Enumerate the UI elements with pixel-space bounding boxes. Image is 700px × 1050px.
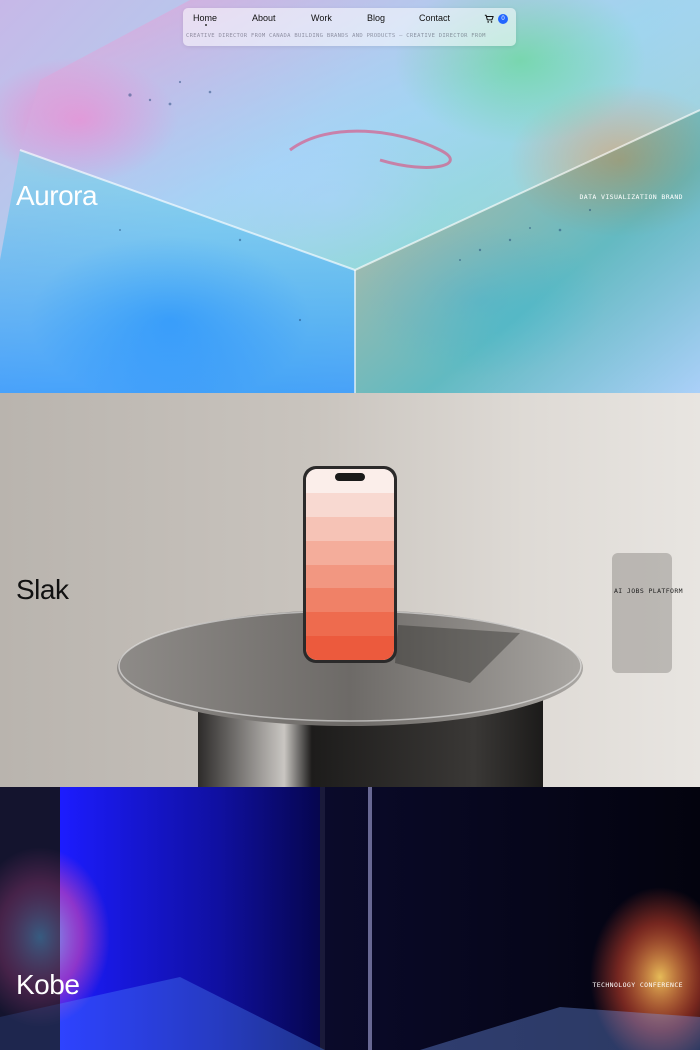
cart-button[interactable]: 0 [484, 12, 508, 26]
phone-screen [306, 469, 394, 660]
ticker-text: CREATIVE DIRECTOR FROM CANADA BUILDING B… [186, 33, 486, 39]
nav-link-about[interactable]: About [252, 13, 276, 23]
phone-screen-band [306, 588, 394, 613]
project-tag: AI JOBS PLATFORM [613, 587, 683, 595]
nav-link-home[interactable]: Home [193, 13, 217, 23]
nav-link-contact[interactable]: Contact [419, 13, 450, 23]
project-title: Aurora [16, 180, 98, 211]
project-slak[interactable]: Slak AI JOBS PLATFORM [0, 393, 700, 787]
phone-screen-band [306, 492, 394, 517]
phone-screen-band [306, 540, 394, 565]
project-kobe[interactable]: Kobe TECHNOLOGY CONFERENCE [0, 787, 700, 1050]
phone-screen-band [306, 636, 394, 660]
nav-links: Home About Work Blog Contact [183, 8, 516, 30]
nav-link-work[interactable]: Work [311, 13, 332, 23]
top-navigation: Home About Work Blog Contact 0 CREATIVE … [183, 8, 516, 46]
active-indicator [205, 24, 207, 26]
phone-screen-band [306, 612, 394, 637]
phone-dynamic-island [335, 473, 365, 481]
neon-cube-image [0, 787, 700, 1050]
nav-link-blog[interactable]: Blog [367, 13, 385, 23]
cart-icon [484, 14, 494, 23]
project-aurora[interactable]: Aurora DATA VISUALIZATION BRAND [0, 0, 700, 393]
phone-screen-band [306, 564, 394, 589]
phone-screen-band [306, 516, 394, 541]
project-title: Kobe [16, 969, 80, 1000]
cart-count-badge: 0 [498, 14, 508, 24]
project-tag: DATA VISUALIZATION BRAND [579, 193, 683, 201]
project-tag: TECHNOLOGY CONFERENCE [592, 981, 683, 989]
project-title: Slak [16, 574, 69, 605]
